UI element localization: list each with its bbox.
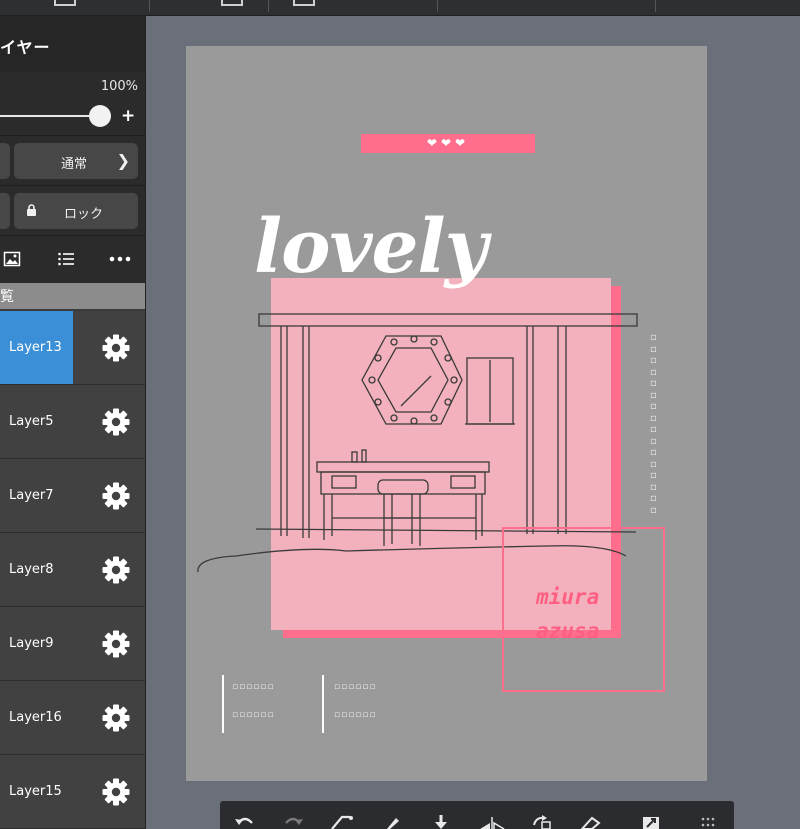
blend-mode-label: 通常 [61, 157, 88, 172]
image-icon[interactable] [3, 250, 21, 268]
layer-name: Layer7 [9, 488, 54, 503]
grip-icon[interactable] [700, 815, 716, 829]
author-name-line1: miura [536, 585, 600, 609]
credit-right-2: ▫▫▫▫▫▫ [334, 710, 377, 720]
gear-icon[interactable] [101, 333, 131, 363]
more-icon[interactable] [109, 250, 131, 268]
credit-left-2: ▫▫▫▫▫▫ [232, 710, 275, 720]
layer-tools-row [0, 236, 145, 286]
side-caption: ▫▫▫▫▫▫▫▫▫▫▫▫▫▫▫▫ [650, 332, 657, 516]
lock-label: ロック [64, 207, 104, 222]
author-name-line2: azusa [536, 619, 600, 643]
undo-icon[interactable] [234, 815, 256, 829]
eraser-icon[interactable] [578, 815, 602, 829]
opacity-slider-knob[interactable] [89, 105, 111, 127]
lock-row: ロック [0, 186, 145, 236]
layer-name: Layer13 [9, 340, 62, 355]
top-toolbar [0, 0, 800, 16]
credit-left-1: ▫▫▫▫▫▫ [232, 682, 275, 692]
transform-icon[interactable] [330, 815, 354, 829]
drawing-canvas[interactable]: ❤❤❤ lovely ▫▫▫▫▫▫▫▫▫▫▫▫▫▫▫▫ miura azusa … [186, 46, 707, 781]
gear-icon[interactable] [101, 629, 131, 659]
app-window: イヤー 100% + 通常 ❯ ロック 覧 Layer13 Layer5 Lay… [0, 0, 800, 829]
hearts-banner: ❤❤❤ [361, 134, 535, 153]
rotate-icon[interactable] [530, 815, 554, 829]
list-icon[interactable] [57, 250, 75, 268]
layer-name: Layer15 [9, 784, 62, 799]
flip-icon[interactable] [478, 815, 506, 829]
layers-icon[interactable] [293, 0, 315, 6]
gear-icon[interactable] [101, 407, 131, 437]
opacity-slider-track[interactable] [0, 115, 100, 117]
layer-row[interactable]: Layer7 [0, 459, 145, 533]
layer-name-cell[interactable]: Layer5 [0, 385, 73, 458]
layer-row[interactable]: Layer15 [0, 755, 145, 829]
layer-row[interactable]: Layer5 [0, 385, 145, 459]
lock-icon [27, 204, 36, 216]
credit-right-1: ▫▫▫▫▫▫ [334, 682, 377, 692]
layer-row[interactable]: Layer9 [0, 607, 145, 681]
credit-divider-right [322, 675, 324, 733]
pen-icon[interactable] [384, 815, 402, 829]
layer-row[interactable]: Layer8 [0, 533, 145, 607]
layer-name-cell[interactable]: Layer7 [0, 459, 73, 532]
layer-name-cell[interactable]: Layer13 [0, 311, 73, 384]
lock-button[interactable]: ロック [14, 193, 138, 229]
author-name: miura azusa [536, 580, 646, 648]
gear-icon[interactable] [101, 555, 131, 585]
layer-name: Layer5 [9, 414, 54, 429]
layer-name-cell[interactable]: Layer16 [0, 681, 73, 754]
layer-name-cell[interactable]: Layer15 [0, 755, 73, 828]
panel-title: イヤー [0, 38, 51, 57]
layer-name-cell[interactable]: Layer9 [0, 607, 73, 680]
lock-left-button[interactable] [0, 193, 10, 229]
layer-list-header-label: 覧 [0, 289, 14, 305]
layer-name: Layer8 [9, 562, 54, 577]
opacity-plus-button[interactable]: + [121, 106, 135, 126]
credit-divider-left [222, 675, 224, 733]
gear-icon[interactable] [101, 703, 131, 733]
layer-name: Layer9 [9, 636, 54, 651]
redo-icon[interactable] [282, 815, 304, 829]
blend-left-button[interactable] [0, 143, 10, 179]
layer-row[interactable]: Layer16 [0, 681, 145, 755]
expand-icon[interactable] [642, 815, 660, 829]
layer-row[interactable]: Layer13 [0, 311, 145, 385]
menu-icon[interactable] [54, 0, 76, 6]
blend-mode-button[interactable]: 通常 ❯ [14, 143, 138, 179]
chevron-right-icon: ❯ [116, 151, 130, 170]
layer-name-cell[interactable]: Layer8 [0, 533, 73, 606]
gear-icon[interactable] [101, 777, 131, 807]
opacity-value: 100% [100, 79, 138, 94]
panel-title-bar: イヤー [0, 16, 145, 72]
download-icon[interactable] [434, 815, 448, 829]
layer-panel: イヤー 100% + 通常 ❯ ロック 覧 Layer13 Layer5 Lay… [0, 16, 146, 829]
layer-name: Layer16 [9, 710, 62, 725]
opacity-row: 100% + [0, 72, 145, 136]
layer-list-header: 覧 [0, 283, 145, 309]
bottom-toolbar [220, 801, 734, 829]
gear-icon[interactable] [101, 481, 131, 511]
canvas-icon[interactable] [221, 0, 243, 6]
title-text: lovely [254, 204, 488, 290]
blend-row: 通常 ❯ [0, 136, 145, 186]
